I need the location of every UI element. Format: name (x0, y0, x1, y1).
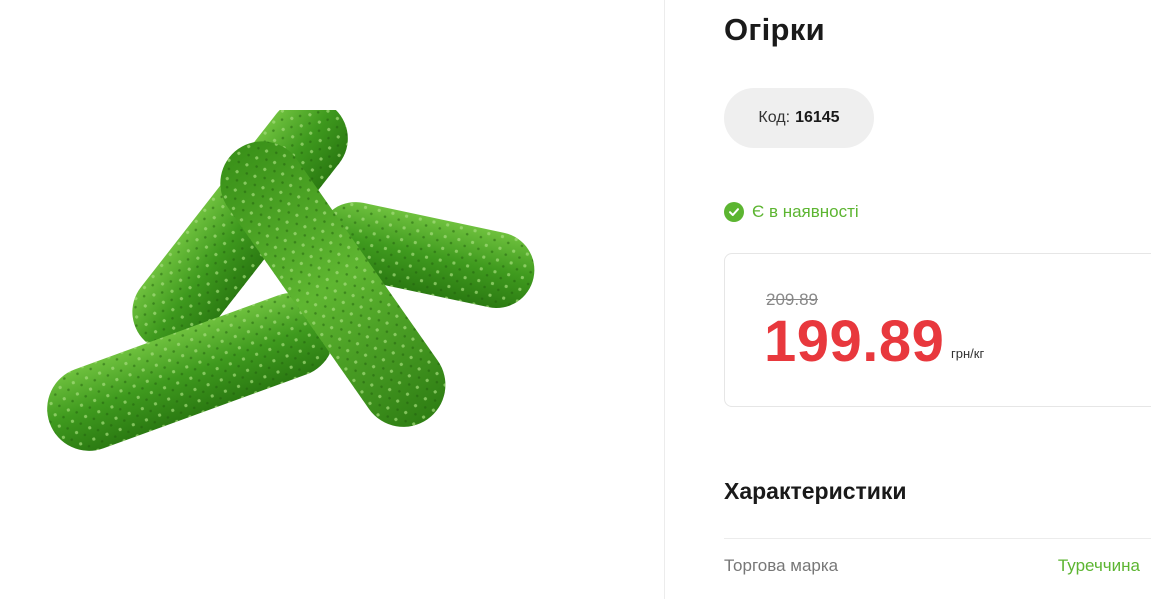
product-code-value: 16145 (795, 109, 840, 126)
spec-value-link[interactable]: Туреччина (1058, 556, 1140, 576)
product-gallery (0, 0, 664, 599)
characteristics-title: Характеристики (724, 478, 907, 504)
product-code-badge: Код: 16145 (724, 88, 874, 148)
price-box: 209.89 199.89 грн/кг (724, 253, 1151, 407)
product-image[interactable] (30, 110, 550, 470)
stock-status: Є в наявності (724, 202, 859, 222)
column-divider (664, 0, 665, 599)
spec-row-brand: Торгова марка Туреччина (724, 556, 1140, 576)
product-code-label: Код: (758, 109, 791, 126)
product-page: Огірки Код: 16145 Є в наявності 209.89 1… (0, 0, 1151, 599)
price-unit: грн/кг (951, 346, 985, 361)
old-price: 209.89 (766, 290, 818, 309)
product-info: Огірки Код: 16145 Є в наявності 209.89 1… (724, 0, 1151, 599)
characteristics-divider (724, 538, 1151, 539)
product-title: Огірки (724, 12, 825, 47)
stock-status-text: Є в наявності (752, 202, 859, 221)
check-circle-icon (724, 202, 744, 222)
spec-label: Торгова марка (724, 556, 839, 575)
current-price: 199.89 (764, 309, 945, 374)
